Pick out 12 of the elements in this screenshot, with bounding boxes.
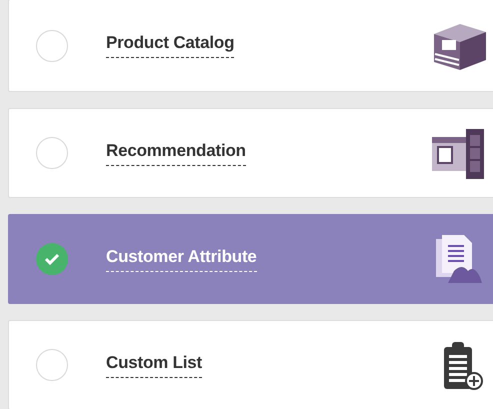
radio-circle[interactable] (36, 349, 68, 381)
option-label: Product Catalog (106, 33, 234, 58)
option-card[interactable]: Customer Attribute (8, 214, 493, 304)
option-label: Customer Attribute (106, 246, 257, 272)
check-icon[interactable] (36, 243, 68, 275)
option-card[interactable]: Custom List (8, 320, 493, 409)
option-card[interactable]: Recommendation (8, 108, 493, 198)
option-card[interactable]: Product Catalog (8, 0, 493, 92)
radio-circle[interactable] (36, 30, 68, 62)
radio-circle[interactable] (36, 137, 68, 169)
option-label: Recommendation (106, 140, 246, 166)
option-label: Custom List (106, 352, 202, 378)
